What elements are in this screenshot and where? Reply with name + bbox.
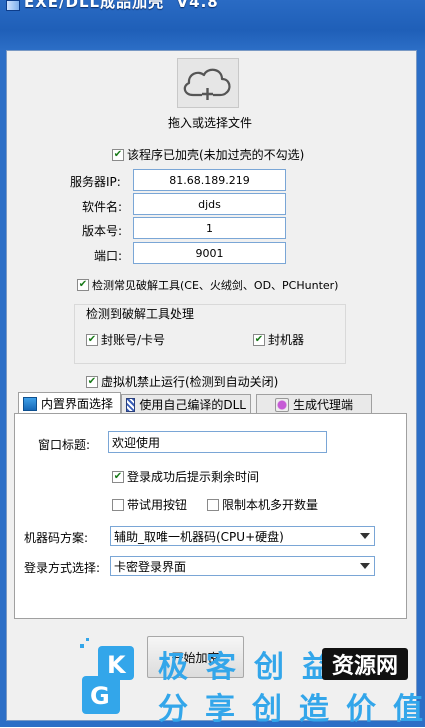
tab-label: 生成代理端 xyxy=(292,398,353,412)
window-title-label: 窗口标题: xyxy=(38,438,91,452)
limit-multi-checkbox[interactable]: 限制本机多开数量 xyxy=(207,496,318,513)
checkbox-check-icon: ✔ xyxy=(112,470,124,483)
server-ip-label: 服务器IP: xyxy=(70,175,121,189)
tab-label: 内置界面选择 xyxy=(41,397,114,411)
show-remaining-checkbox[interactable]: ✔ 登录成功后提示剩余时间 xyxy=(112,468,259,485)
machine-code-label: 机器码方案: xyxy=(24,531,89,545)
version-label: 版本号: xyxy=(82,224,123,238)
select-file-button[interactable] xyxy=(177,58,239,108)
watermark-logo: K G xyxy=(80,638,134,714)
watermark-text-line2: 分享创造价值 xyxy=(158,692,425,727)
dll-icon xyxy=(126,397,136,412)
port-label: 端口: xyxy=(94,249,123,263)
software-name-input[interactable]: djds xyxy=(133,193,286,215)
checkbox-empty-icon xyxy=(112,498,124,511)
login-mode-label: 登录方式选择: xyxy=(24,561,101,575)
tab-proxy[interactable]: 生成代理端 xyxy=(256,394,372,414)
svg-text:K: K xyxy=(107,651,127,679)
vm-forbid-checkbox[interactable]: ✔ 虚拟机禁止运行(检测到自动关闭) xyxy=(86,373,278,390)
svg-text:G: G xyxy=(90,682,110,710)
tab-custom-dll[interactable]: 使用自己编译的DLL xyxy=(121,394,251,414)
machine-code-select[interactable]: 辅助_取唯一机器码(CPU+硬盘) xyxy=(110,526,375,546)
window-title-input[interactable]: 欢迎使用 xyxy=(108,431,327,453)
checkbox-check-icon: ✔ xyxy=(112,148,124,161)
login-mode-select[interactable]: 卡密登录界面 xyxy=(110,556,375,576)
vm-forbid-label: 虚拟机禁止运行(检测到自动关闭) xyxy=(101,375,279,389)
checkbox-check-icon: ✔ xyxy=(86,333,98,346)
ban-account-checkbox[interactable]: ✔ 封账号/卡号 xyxy=(86,331,165,348)
checkbox-check-icon: ✔ xyxy=(86,375,98,388)
ban-machine-checkbox[interactable]: ✔ 封机器 xyxy=(253,331,304,348)
checkbox-empty-icon xyxy=(207,498,219,511)
limit-multi-label: 限制本机多开数量 xyxy=(222,498,319,512)
login-mode-value: 卡密登录界面 xyxy=(114,559,187,574)
checkbox-check-icon: ✔ xyxy=(77,279,89,291)
tab-label: 使用自己编译的DLL xyxy=(139,398,246,412)
machine-code-value: 辅助_取唯一机器码(CPU+硬盘) xyxy=(114,529,284,544)
cloud-upload-icon xyxy=(183,68,231,100)
software-name-label: 软件名: xyxy=(82,200,123,214)
app-icon xyxy=(6,0,20,11)
show-remaining-label: 登录成功后提示剩余时间 xyxy=(127,470,260,484)
port-input[interactable]: 9001 xyxy=(133,242,286,264)
detect-handling-title: 检测到破解工具处理 xyxy=(84,305,197,322)
window-title: EXE/DLL成品加壳 V4.8 xyxy=(24,0,219,11)
chevron-down-icon xyxy=(360,563,370,569)
select-file-label[interactable]: 拖入或选择文件 xyxy=(160,114,260,131)
server-ip-input[interactable]: 81.68.189.219 xyxy=(133,169,286,191)
proxy-icon xyxy=(274,397,289,412)
chevron-down-icon xyxy=(360,533,370,539)
window-frame-right xyxy=(417,50,425,727)
detect-tools-checkbox[interactable]: ✔ 检测常见破解工具(CE、火绒剑、OD、PCHunter) xyxy=(77,277,338,293)
checkbox-check-icon: ✔ xyxy=(253,333,265,346)
detect-tools-label: 检测常见破解工具(CE、火绒剑、OD、PCHunter) xyxy=(92,279,339,292)
trial-button-label: 带试用按钮 xyxy=(127,498,188,512)
tab-builtin-ui[interactable]: 内置界面选择 xyxy=(18,392,121,414)
watermark-badge: 资源网 xyxy=(322,648,408,680)
already-packed-label: 该程序已加壳(未加过壳的不勾选) xyxy=(127,148,305,162)
version-input[interactable]: 1 xyxy=(133,217,286,239)
already-packed-checkbox[interactable]: ✔ 该程序已加壳(未加过壳的不勾选) xyxy=(112,146,304,163)
ban-account-label: 封账号/卡号 xyxy=(101,333,166,347)
title-bar: EXE/DLL成品加壳 V4.8 xyxy=(0,0,425,50)
ban-machine-label: 封机器 xyxy=(268,333,305,347)
trial-button-checkbox[interactable]: 带试用按钮 xyxy=(112,496,187,513)
window-icon xyxy=(23,396,37,411)
